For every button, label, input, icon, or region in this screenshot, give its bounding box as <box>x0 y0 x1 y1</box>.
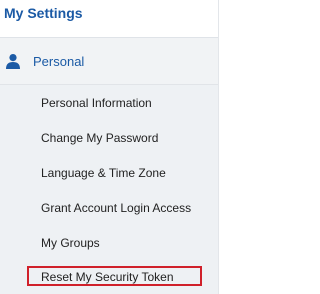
section-personal[interactable]: Personal <box>0 38 218 85</box>
menu-item-my-groups[interactable]: My Groups <box>41 236 100 250</box>
menu-item-change-password[interactable]: Change My Password <box>41 131 158 145</box>
page-title: My Settings <box>4 5 83 21</box>
menu-item-grant-login-access[interactable]: Grant Account Login Access <box>41 201 191 215</box>
personal-menu <box>0 85 218 294</box>
menu-item-personal-information[interactable]: Personal Information <box>41 96 152 110</box>
settings-sidebar: My Settings Personal Personal Informatio… <box>0 0 219 294</box>
menu-item-language-time-zone[interactable]: Language & Time Zone <box>41 166 166 180</box>
settings-header: My Settings <box>0 0 218 38</box>
section-personal-label: Personal <box>33 54 85 69</box>
highlight-box <box>27 266 202 286</box>
person-icon <box>6 54 20 69</box>
